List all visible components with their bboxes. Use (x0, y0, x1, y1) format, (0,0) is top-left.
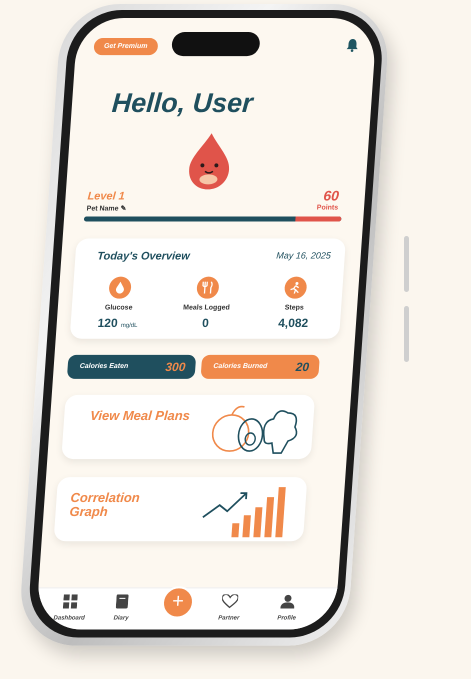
stage: Get Premium Hello, User Level 1 Pet Name… (0, 0, 471, 679)
add-entry-button[interactable]: + (160, 586, 196, 619)
overview-title: Today's Overview (96, 250, 191, 263)
bottom-nav: Dashboard Diary + Partner Profile (35, 586, 338, 630)
get-premium-button[interactable]: Get Premium (93, 38, 158, 56)
pet-name-label: Pet Name (86, 205, 119, 213)
calories-burned-pill[interactable]: Calories Burned 20 (200, 354, 320, 379)
pet-level: Level 1 (87, 190, 126, 203)
nav-dashboard[interactable]: Dashboard (44, 594, 96, 621)
points-progress-fill (294, 216, 342, 222)
nav-profile[interactable]: Profile (261, 594, 313, 621)
nav-diary[interactable]: Diary (96, 594, 148, 621)
runner-icon (283, 276, 308, 299)
food-illustration-icon (211, 405, 298, 454)
calories-eaten-label: Calories Eaten (79, 362, 129, 370)
overview-date: May 16, 2025 (276, 250, 332, 261)
app-screen: Get Premium Hello, User Level 1 Pet Name… (35, 18, 378, 630)
user-icon (262, 594, 313, 612)
pet-mascot[interactable] (182, 131, 238, 191)
greeting-title: Hello, User (110, 88, 254, 119)
nav-label: Dashboard (53, 615, 85, 622)
utensils-icon (196, 276, 220, 299)
volume-button (404, 306, 409, 362)
stat-label: Glucose (104, 304, 133, 312)
volume-button (404, 236, 409, 292)
calories-burned-label: Calories Burned (213, 362, 268, 370)
dynamic-island (171, 32, 261, 57)
stat-value: 0 (201, 315, 210, 330)
heart-icon (204, 593, 255, 612)
bar-chart-icon (202, 487, 286, 538)
view-meal-plans-card[interactable]: View Meal Plans (61, 394, 316, 460)
edit-pencil-icon[interactable]: ✎ (120, 205, 126, 212)
correlation-graph-title: Correlation Graph (69, 490, 141, 520)
nav-label: Partner (218, 615, 240, 622)
pet-name[interactable]: Pet Name ✎ (86, 204, 126, 212)
nav-label: Diary (113, 615, 129, 622)
grid-icon (45, 594, 96, 612)
book-icon (96, 594, 147, 612)
calories-eaten-value: 300 (164, 359, 186, 374)
stat-label: Meals Logged (182, 304, 230, 312)
stat-meals-logged[interactable]: Meals Logged 0 (170, 276, 244, 330)
stat-label: Steps (284, 304, 304, 312)
stat-value: 4,082 (277, 315, 309, 330)
stat-glucose[interactable]: Glucose 120 mg/dL (82, 276, 156, 330)
correlation-graph-card[interactable]: Correlation Graph (53, 477, 308, 542)
nav-partner[interactable]: Partner (204, 593, 256, 622)
drop-icon (108, 276, 132, 299)
bell-icon[interactable] (345, 38, 360, 55)
points-progress-bar (83, 216, 342, 222)
points-value: 60 (322, 187, 340, 204)
stat-steps[interactable]: Steps 4,082 (258, 276, 332, 330)
calories-burned-value: 20 (295, 359, 310, 374)
points-label: Points (316, 204, 339, 212)
stat-value: 120 mg/dL (97, 315, 138, 330)
todays-overview-card: Today's Overview May 16, 2025 Glucose 12… (69, 238, 346, 339)
nav-label: Profile (277, 615, 297, 622)
calories-eaten-pill[interactable]: Calories Eaten 300 (66, 354, 197, 379)
meal-plans-title: View Meal Plans (89, 407, 191, 423)
